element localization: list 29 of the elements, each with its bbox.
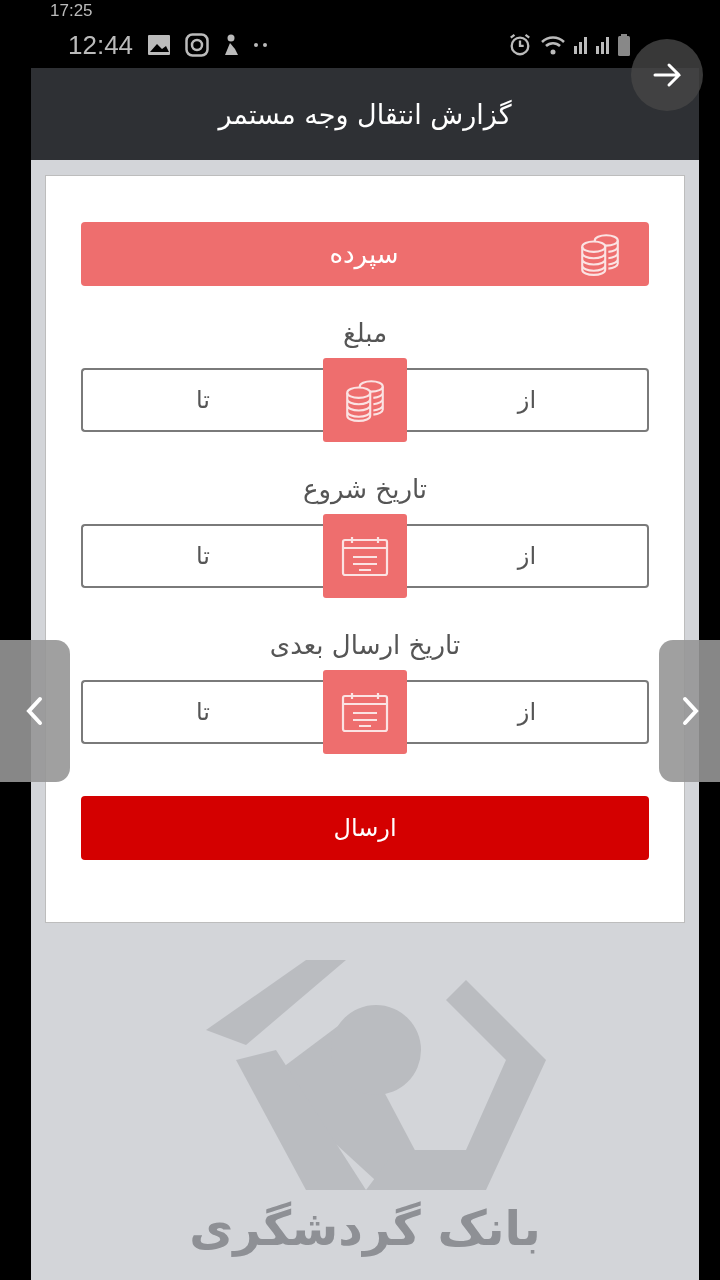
field-label: مبلغ: [341, 318, 389, 348]
page-title: گزارش انتقال وجه مستمر: [218, 98, 512, 130]
previous-tab[interactable]: [0, 640, 70, 782]
chevron-left-icon: [25, 696, 45, 726]
from-field[interactable]: از: [407, 524, 649, 588]
to-field[interactable]: تا: [81, 680, 323, 744]
signal-icon: [574, 36, 588, 54]
alarm-icon: [508, 33, 532, 57]
from-field[interactable]: از: [407, 680, 649, 744]
calendar-icon: [341, 691, 389, 733]
submit-button[interactable]: ارسال: [81, 796, 649, 860]
signal-icon: [596, 36, 610, 54]
from-field[interactable]: از: [407, 368, 649, 432]
field-label: تاریخ ارسال بعدی: [268, 630, 462, 660]
status-time: 17:25: [50, 1, 93, 21]
status-time: 12:44: [68, 29, 134, 61]
logo-text: بانک گردشگری: [188, 1200, 542, 1256]
battery-icon: [618, 34, 630, 56]
figure-icon: [223, 33, 240, 57]
image-icon: [147, 33, 172, 57]
wifi-icon: [540, 33, 566, 57]
account-select[interactable]: سپرده: [81, 222, 649, 286]
to-field[interactable]: تا: [81, 524, 323, 588]
more-icon: [253, 41, 270, 49]
field-label: تاریخ شروع: [301, 474, 429, 504]
calendar-icon: [341, 535, 389, 577]
to-field[interactable]: تا: [81, 368, 323, 432]
camera-icon: [185, 33, 210, 57]
next-tab[interactable]: [659, 640, 720, 782]
